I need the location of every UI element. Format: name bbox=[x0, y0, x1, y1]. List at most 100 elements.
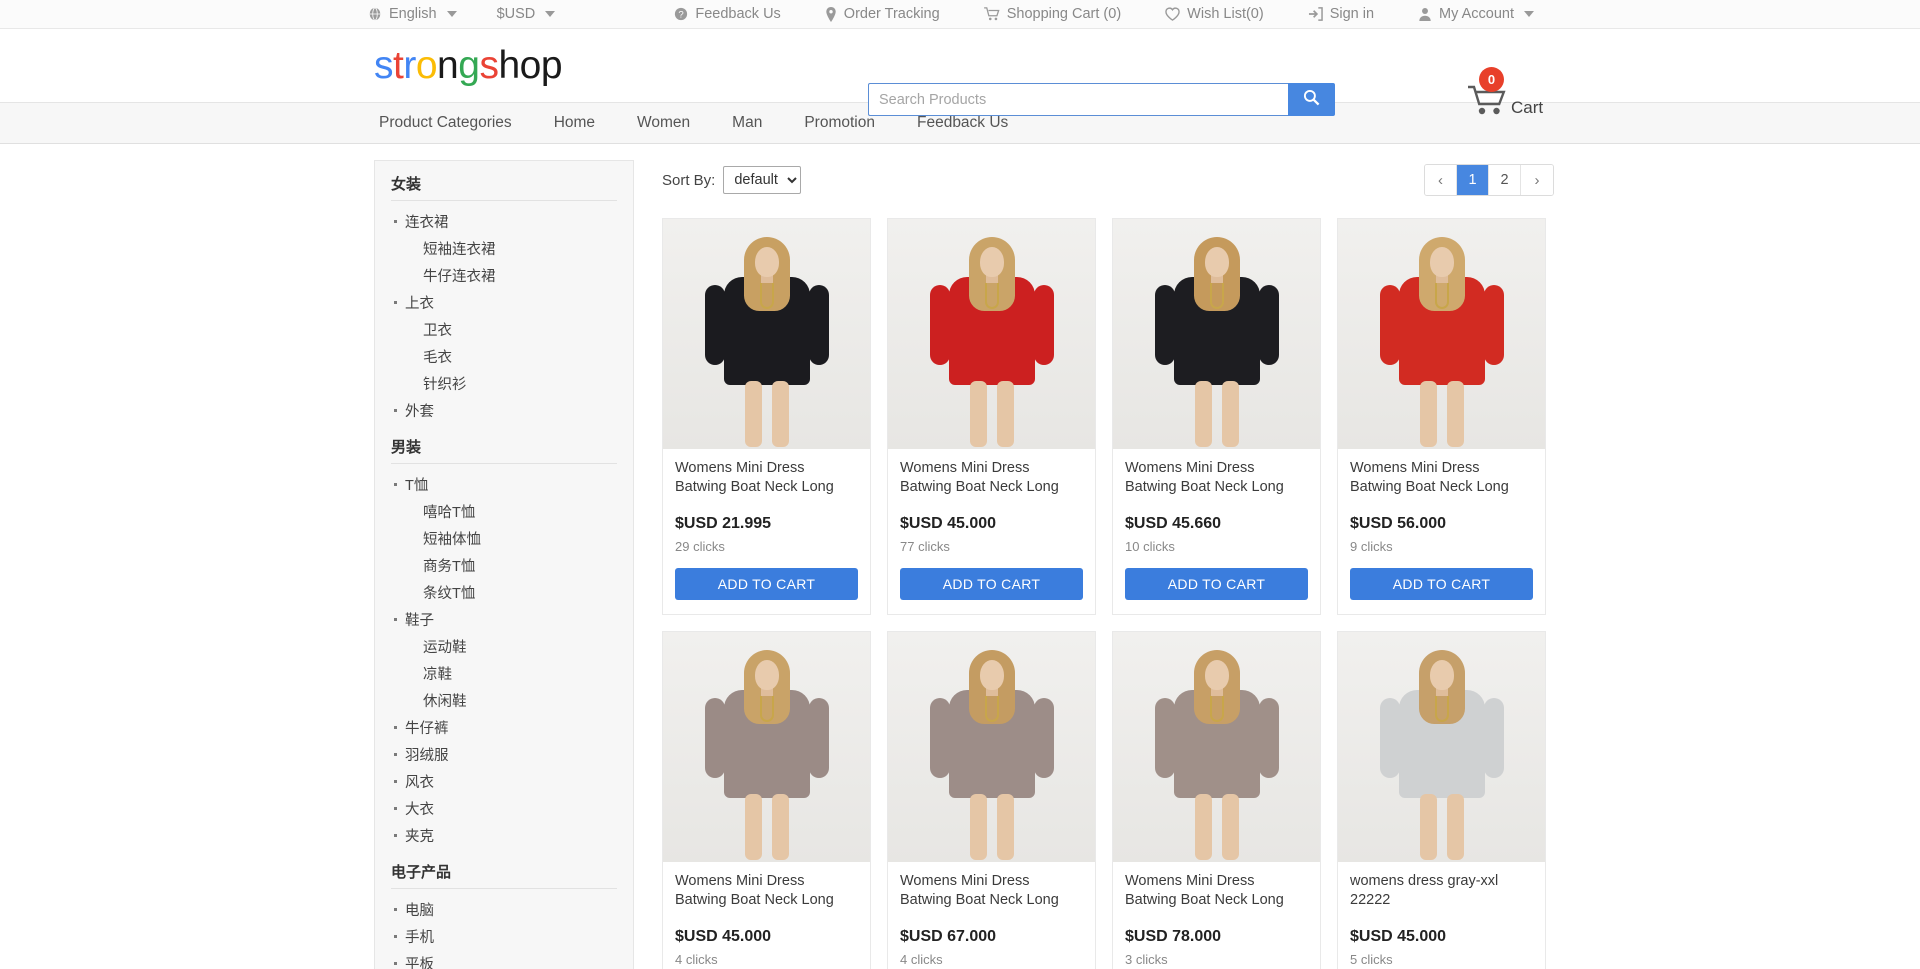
category-item[interactable]: 外套 bbox=[391, 397, 617, 424]
category-item[interactable]: 凉鞋 bbox=[391, 660, 617, 687]
nav-item-product-categories[interactable]: Product Categories bbox=[374, 114, 533, 132]
my-account-menu[interactable]: My Account bbox=[1418, 6, 1534, 22]
sign-in-link[interactable]: Sign in bbox=[1308, 6, 1374, 22]
product-title[interactable]: Womens Mini Dress Batwing Boat Neck Long… bbox=[900, 872, 1083, 911]
category-group: 女装 连衣裙 短袖连衣裙 牛仔连衣裙 上衣 卫衣 毛衣 针织衫 外套 bbox=[391, 173, 617, 424]
chevron-down-icon bbox=[446, 11, 457, 17]
nav-item-promotion[interactable]: Promotion bbox=[783, 114, 896, 132]
category-item[interactable]: 毛衣 bbox=[391, 343, 617, 370]
language-selector[interactable]: English bbox=[368, 6, 457, 22]
add-to-cart-button[interactable]: ADD TO CART bbox=[1125, 568, 1308, 600]
pagination-page-1[interactable]: 1 bbox=[1457, 165, 1489, 195]
category-item[interactable]: 风衣 bbox=[391, 768, 617, 795]
sidebar: 女装 连衣裙 短袖连衣裙 牛仔连衣裙 上衣 卫衣 毛衣 针织衫 外套 男装 T恤 嘻哈T恤 短袖体恤 商务… bbox=[374, 160, 634, 969]
heart-icon bbox=[1165, 7, 1180, 21]
pagination-page-2[interactable]: 2 bbox=[1489, 165, 1521, 195]
logo-letter: r bbox=[403, 44, 416, 87]
category-item[interactable]: 大衣 bbox=[391, 795, 617, 822]
category-item[interactable]: 鞋子 bbox=[391, 606, 617, 633]
product-card[interactable]: Womens Mini Dress Batwing Boat Neck Long… bbox=[887, 218, 1096, 615]
product-title[interactable]: Womens Mini Dress Batwing Boat Neck Long… bbox=[675, 872, 858, 911]
category-item[interactable]: 牛仔裤 bbox=[391, 714, 617, 741]
category-item[interactable]: 商务T恤 bbox=[391, 552, 617, 579]
sort-by-select[interactable]: default bbox=[723, 166, 802, 194]
category-item[interactable]: 短袖连衣裙 bbox=[391, 235, 617, 262]
product-photo bbox=[1113, 632, 1320, 862]
product-card[interactable]: Womens Mini Dress Batwing Boat Neck Long… bbox=[1337, 218, 1546, 615]
product-image[interactable] bbox=[1113, 219, 1320, 449]
category-group: 电子产品 电脑 手机 平板 bbox=[391, 861, 617, 969]
category-item[interactable]: 羽绒服 bbox=[391, 741, 617, 768]
shopping-cart-link[interactable]: Shopping Cart (0) bbox=[983, 6, 1122, 22]
site-header: strongshop 0 Cart bbox=[0, 29, 1920, 117]
model-face bbox=[979, 247, 1004, 277]
logo-letter: t bbox=[393, 44, 404, 87]
nav-item-home[interactable]: Home bbox=[533, 114, 616, 132]
category-item[interactable]: 平板 bbox=[391, 950, 617, 969]
product-price: $USD 45.000 bbox=[675, 928, 772, 945]
currency-label: $USD bbox=[496, 6, 536, 22]
model-face bbox=[754, 660, 779, 690]
category-item[interactable]: 卫衣 bbox=[391, 316, 617, 343]
feedback-us-label: Feedback Us bbox=[695, 6, 781, 22]
product-title[interactable]: womens dress gray-xxl 22222 bbox=[1350, 872, 1533, 911]
product-title[interactable]: Womens Mini Dress Batwing Boat Neck Long… bbox=[675, 459, 858, 498]
category-item[interactable]: 运动鞋 bbox=[391, 633, 617, 660]
product-info: Womens Mini Dress Batwing Boat Neck Long… bbox=[888, 449, 1095, 554]
search-button[interactable] bbox=[1288, 83, 1335, 116]
feedback-us-link[interactable]: ? Feedback Us bbox=[674, 6, 781, 22]
search-input[interactable] bbox=[868, 83, 1288, 116]
wish-list-link[interactable]: Wish List(0) bbox=[1165, 6, 1264, 22]
category-item[interactable]: 条纹T恤 bbox=[391, 579, 617, 606]
category-item[interactable]: T恤 bbox=[391, 471, 617, 498]
product-image[interactable] bbox=[663, 219, 870, 449]
globe-icon bbox=[368, 7, 382, 21]
product-image[interactable] bbox=[1338, 219, 1545, 449]
add-to-cart-button[interactable]: ADD TO CART bbox=[900, 568, 1083, 600]
product-card[interactable]: Womens Mini Dress Batwing Boat Neck Long… bbox=[887, 631, 1096, 969]
product-title[interactable]: Womens Mini Dress Batwing Boat Neck Long… bbox=[1125, 459, 1308, 498]
nav-item-man[interactable]: Man bbox=[711, 114, 783, 132]
model-face bbox=[1429, 660, 1454, 690]
product-title[interactable]: Womens Mini Dress Batwing Boat Neck Long… bbox=[900, 459, 1083, 498]
product-price: $USD 45.000 bbox=[1350, 928, 1447, 945]
nav-item-feedback-us[interactable]: Feedback Us bbox=[896, 114, 1029, 132]
product-image[interactable] bbox=[663, 632, 870, 862]
product-image[interactable] bbox=[888, 219, 1095, 449]
product-card[interactable]: Womens Mini Dress Batwing Boat Neck Long… bbox=[1112, 218, 1321, 615]
category-item[interactable]: 针织衫 bbox=[391, 370, 617, 397]
product-title[interactable]: Womens Mini Dress Batwing Boat Neck Long… bbox=[1350, 459, 1533, 498]
site-logo[interactable]: strongshop bbox=[374, 44, 563, 87]
nav-item-women[interactable]: Women bbox=[616, 114, 711, 132]
category-item[interactable]: 短袖体恤 bbox=[391, 525, 617, 552]
category-item[interactable]: 牛仔连衣裙 bbox=[391, 262, 617, 289]
add-to-cart-button[interactable]: ADD TO CART bbox=[675, 568, 858, 600]
product-card[interactable]: Womens Mini Dress Batwing Boat Neck Long… bbox=[1112, 631, 1321, 969]
category-item[interactable]: 连衣裙 bbox=[391, 208, 617, 235]
category-item[interactable]: 嘻哈T恤 bbox=[391, 498, 617, 525]
product-clicks: 9 clicks bbox=[1350, 539, 1393, 554]
pagination-next[interactable]: › bbox=[1521, 165, 1553, 195]
product-image[interactable] bbox=[888, 632, 1095, 862]
product-photo bbox=[663, 632, 870, 862]
category-item[interactable]: 电脑 bbox=[391, 896, 617, 923]
logo-letter: h bbox=[498, 44, 520, 87]
product-card[interactable]: Womens Mini Dress Batwing Boat Neck Long… bbox=[662, 218, 871, 615]
product-card[interactable]: Womens Mini Dress Batwing Boat Neck Long… bbox=[662, 631, 871, 969]
shopping-cart-label: Shopping Cart (0) bbox=[1006, 6, 1122, 22]
necklace bbox=[759, 283, 774, 309]
currency-selector[interactable]: $USD bbox=[497, 6, 556, 22]
product-image[interactable] bbox=[1113, 632, 1320, 862]
product-image[interactable] bbox=[1338, 632, 1545, 862]
category-item[interactable]: 上衣 bbox=[391, 289, 617, 316]
header-cart[interactable]: 0 Cart bbox=[1467, 67, 1543, 121]
order-tracking-link[interactable]: Order Tracking bbox=[825, 6, 940, 22]
category-item[interactable]: 夹克 bbox=[391, 822, 617, 849]
category-item[interactable]: 休闲鞋 bbox=[391, 687, 617, 714]
product-title[interactable]: Womens Mini Dress Batwing Boat Neck Long… bbox=[1125, 872, 1308, 911]
utility-topbar: English $USD ? Feedback Us Order Trackin… bbox=[0, 0, 1920, 29]
category-item[interactable]: 手机 bbox=[391, 923, 617, 950]
add-to-cart-button[interactable]: ADD TO CART bbox=[1350, 568, 1533, 600]
pagination-prev[interactable]: ‹ bbox=[1425, 165, 1457, 195]
product-card[interactable]: womens dress gray-xxl 22222 $USD 45.000 5 … bbox=[1337, 631, 1546, 969]
